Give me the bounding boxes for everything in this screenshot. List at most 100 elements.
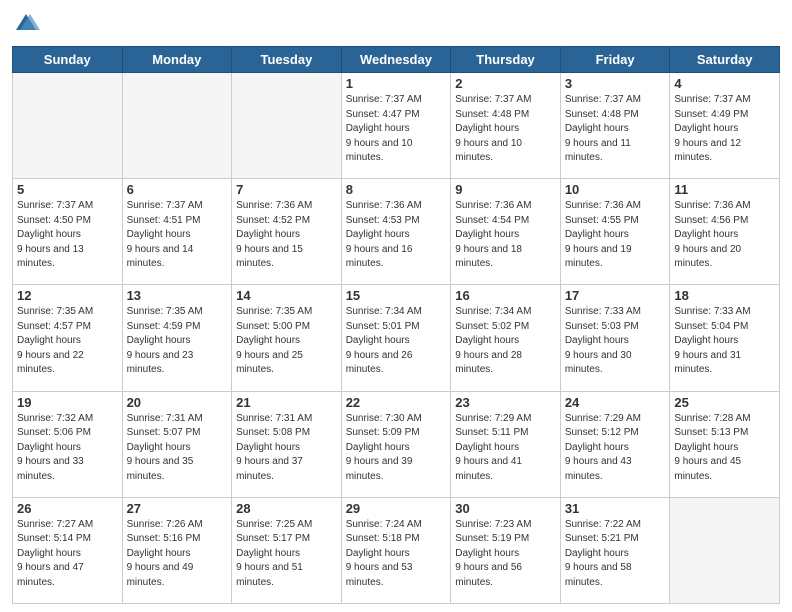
calendar-cell: 11 Sunrise: 7:36 AMSunset: 4:56 PMDaylig…: [670, 179, 780, 285]
calendar-cell: 4 Sunrise: 7:37 AMSunset: 4:49 PMDayligh…: [670, 73, 780, 179]
day-number: 13: [127, 288, 228, 303]
day-info: Sunrise: 7:36 AMSunset: 4:55 PMDaylight …: [565, 200, 641, 269]
day-number: 4: [674, 76, 775, 91]
calendar-cell: 1 Sunrise: 7:37 AMSunset: 4:47 PMDayligh…: [341, 73, 451, 179]
day-number: 6: [127, 182, 228, 197]
calendar-cell: 23 Sunrise: 7:29 AMSunset: 5:11 PMDaylig…: [451, 391, 561, 497]
calendar-cell: 13 Sunrise: 7:35 AMSunset: 4:59 PMDaylig…: [122, 285, 232, 391]
logo-icon: [12, 10, 40, 38]
day-info: Sunrise: 7:24 AMSunset: 5:18 PMDaylight …: [346, 519, 422, 588]
calendar-table: SundayMondayTuesdayWednesdayThursdayFrid…: [12, 46, 780, 604]
calendar-cell: 24 Sunrise: 7:29 AMSunset: 5:12 PMDaylig…: [560, 391, 670, 497]
calendar-cell: [670, 497, 780, 603]
day-info: Sunrise: 7:33 AMSunset: 5:03 PMDaylight …: [565, 306, 641, 375]
calendar-week-1: 1 Sunrise: 7:37 AMSunset: 4:47 PMDayligh…: [13, 73, 780, 179]
calendar-cell: [232, 73, 342, 179]
day-info: Sunrise: 7:37 AMSunset: 4:48 PMDaylight …: [565, 94, 641, 163]
day-number: 1: [346, 76, 447, 91]
day-header-friday: Friday: [560, 47, 670, 73]
day-number: 31: [565, 501, 666, 516]
page: SundayMondayTuesdayWednesdayThursdayFrid…: [0, 0, 792, 612]
day-info: Sunrise: 7:26 AMSunset: 5:16 PMDaylight …: [127, 519, 203, 588]
calendar-cell: 27 Sunrise: 7:26 AMSunset: 5:16 PMDaylig…: [122, 497, 232, 603]
calendar-cell: [13, 73, 123, 179]
day-info: Sunrise: 7:37 AMSunset: 4:47 PMDaylight …: [346, 94, 422, 163]
day-header-tuesday: Tuesday: [232, 47, 342, 73]
day-info: Sunrise: 7:35 AMSunset: 4:59 PMDaylight …: [127, 306, 203, 375]
day-info: Sunrise: 7:27 AMSunset: 5:14 PMDaylight …: [17, 519, 93, 588]
calendar-cell: 18 Sunrise: 7:33 AMSunset: 5:04 PMDaylig…: [670, 285, 780, 391]
calendar-week-5: 26 Sunrise: 7:27 AMSunset: 5:14 PMDaylig…: [13, 497, 780, 603]
day-info: Sunrise: 7:31 AMSunset: 5:07 PMDaylight …: [127, 413, 203, 482]
day-number: 5: [17, 182, 118, 197]
day-info: Sunrise: 7:29 AMSunset: 5:12 PMDaylight …: [565, 413, 641, 482]
day-number: 7: [236, 182, 337, 197]
day-info: Sunrise: 7:23 AMSunset: 5:19 PMDaylight …: [455, 519, 531, 588]
calendar-cell: 22 Sunrise: 7:30 AMSunset: 5:09 PMDaylig…: [341, 391, 451, 497]
day-number: 11: [674, 182, 775, 197]
calendar-cell: 20 Sunrise: 7:31 AMSunset: 5:07 PMDaylig…: [122, 391, 232, 497]
day-number: 19: [17, 395, 118, 410]
day-info: Sunrise: 7:28 AMSunset: 5:13 PMDaylight …: [674, 413, 750, 482]
calendar-week-4: 19 Sunrise: 7:32 AMSunset: 5:06 PMDaylig…: [13, 391, 780, 497]
calendar-cell: 21 Sunrise: 7:31 AMSunset: 5:08 PMDaylig…: [232, 391, 342, 497]
day-info: Sunrise: 7:36 AMSunset: 4:56 PMDaylight …: [674, 200, 750, 269]
day-header-saturday: Saturday: [670, 47, 780, 73]
day-number: 26: [17, 501, 118, 516]
day-info: Sunrise: 7:37 AMSunset: 4:50 PMDaylight …: [17, 200, 93, 269]
header: [12, 10, 780, 38]
calendar-cell: 9 Sunrise: 7:36 AMSunset: 4:54 PMDayligh…: [451, 179, 561, 285]
day-number: 30: [455, 501, 556, 516]
day-info: Sunrise: 7:33 AMSunset: 5:04 PMDaylight …: [674, 306, 750, 375]
day-header-sunday: Sunday: [13, 47, 123, 73]
day-info: Sunrise: 7:22 AMSunset: 5:21 PMDaylight …: [565, 519, 641, 588]
calendar-cell: 19 Sunrise: 7:32 AMSunset: 5:06 PMDaylig…: [13, 391, 123, 497]
day-header-monday: Monday: [122, 47, 232, 73]
calendar-cell: 14 Sunrise: 7:35 AMSunset: 5:00 PMDaylig…: [232, 285, 342, 391]
calendar-cell: 5 Sunrise: 7:37 AMSunset: 4:50 PMDayligh…: [13, 179, 123, 285]
day-number: 17: [565, 288, 666, 303]
day-number: 20: [127, 395, 228, 410]
day-info: Sunrise: 7:25 AMSunset: 5:17 PMDaylight …: [236, 519, 312, 588]
day-number: 25: [674, 395, 775, 410]
day-info: Sunrise: 7:29 AMSunset: 5:11 PMDaylight …: [455, 413, 531, 482]
day-info: Sunrise: 7:37 AMSunset: 4:48 PMDaylight …: [455, 94, 531, 163]
calendar-cell: 12 Sunrise: 7:35 AMSunset: 4:57 PMDaylig…: [13, 285, 123, 391]
day-info: Sunrise: 7:30 AMSunset: 5:09 PMDaylight …: [346, 413, 422, 482]
day-info: Sunrise: 7:37 AMSunset: 4:51 PMDaylight …: [127, 200, 203, 269]
day-number: 3: [565, 76, 666, 91]
calendar-cell: 28 Sunrise: 7:25 AMSunset: 5:17 PMDaylig…: [232, 497, 342, 603]
calendar-cell: 16 Sunrise: 7:34 AMSunset: 5:02 PMDaylig…: [451, 285, 561, 391]
day-number: 15: [346, 288, 447, 303]
day-info: Sunrise: 7:36 AMSunset: 4:54 PMDaylight …: [455, 200, 531, 269]
day-info: Sunrise: 7:35 AMSunset: 4:57 PMDaylight …: [17, 306, 93, 375]
day-info: Sunrise: 7:36 AMSunset: 4:53 PMDaylight …: [346, 200, 422, 269]
day-info: Sunrise: 7:34 AMSunset: 5:01 PMDaylight …: [346, 306, 422, 375]
calendar-cell: 7 Sunrise: 7:36 AMSunset: 4:52 PMDayligh…: [232, 179, 342, 285]
day-number: 18: [674, 288, 775, 303]
calendar-cell: 6 Sunrise: 7:37 AMSunset: 4:51 PMDayligh…: [122, 179, 232, 285]
calendar-cell: 25 Sunrise: 7:28 AMSunset: 5:13 PMDaylig…: [670, 391, 780, 497]
calendar-cell: 15 Sunrise: 7:34 AMSunset: 5:01 PMDaylig…: [341, 285, 451, 391]
day-header-thursday: Thursday: [451, 47, 561, 73]
day-number: 23: [455, 395, 556, 410]
calendar-cell: 26 Sunrise: 7:27 AMSunset: 5:14 PMDaylig…: [13, 497, 123, 603]
day-info: Sunrise: 7:37 AMSunset: 4:49 PMDaylight …: [674, 94, 750, 163]
calendar-cell: 3 Sunrise: 7:37 AMSunset: 4:48 PMDayligh…: [560, 73, 670, 179]
calendar-cell: 10 Sunrise: 7:36 AMSunset: 4:55 PMDaylig…: [560, 179, 670, 285]
day-number: 27: [127, 501, 228, 516]
calendar-cell: 29 Sunrise: 7:24 AMSunset: 5:18 PMDaylig…: [341, 497, 451, 603]
day-header-wednesday: Wednesday: [341, 47, 451, 73]
logo: [12, 10, 42, 38]
day-number: 10: [565, 182, 666, 197]
day-number: 9: [455, 182, 556, 197]
day-number: 8: [346, 182, 447, 197]
day-info: Sunrise: 7:36 AMSunset: 4:52 PMDaylight …: [236, 200, 312, 269]
calendar-cell: 8 Sunrise: 7:36 AMSunset: 4:53 PMDayligh…: [341, 179, 451, 285]
calendar-cell: [122, 73, 232, 179]
day-number: 2: [455, 76, 556, 91]
day-number: 21: [236, 395, 337, 410]
day-number: 14: [236, 288, 337, 303]
calendar-week-3: 12 Sunrise: 7:35 AMSunset: 4:57 PMDaylig…: [13, 285, 780, 391]
calendar-cell: 2 Sunrise: 7:37 AMSunset: 4:48 PMDayligh…: [451, 73, 561, 179]
